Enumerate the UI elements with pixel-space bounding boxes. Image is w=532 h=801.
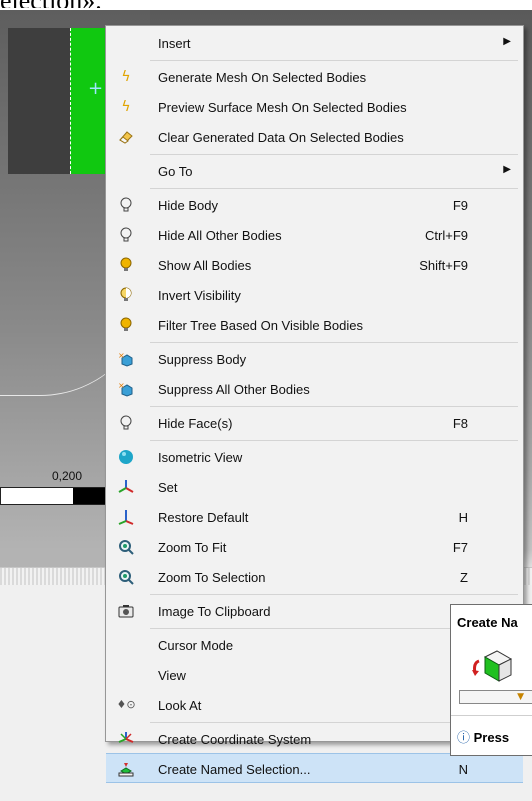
menu-item-label: Create Coordinate System xyxy=(158,732,312,747)
lightning-icon: ϟ xyxy=(121,69,131,85)
menu-item-shortcut: Ctrl+F9 xyxy=(425,228,468,243)
menu-item-label: Filter Tree Based On Visible Bodies xyxy=(158,318,363,333)
zoom-icon xyxy=(118,569,134,585)
sphere-icon xyxy=(118,449,134,465)
tooltip-panel: Create Na ▼ ⓘ Press xyxy=(450,604,532,756)
menu-item-go-to[interactable]: Go To ▶ xyxy=(106,156,523,186)
axes-icon xyxy=(118,479,134,495)
bulb-invert-icon xyxy=(118,287,134,303)
menu-item-shortcut: N xyxy=(458,762,468,777)
camera-icon xyxy=(118,603,134,619)
menu-item-shortcut: Z xyxy=(460,570,468,585)
menu-item-label: Preview Surface Mesh On Selected Bodies xyxy=(158,100,407,115)
menu-item-label: Suppress Body xyxy=(158,352,247,367)
named-selection-illustration-icon xyxy=(471,649,513,682)
menu-item-label: Zoom To Fit xyxy=(158,540,227,555)
lightning-icon: ϟ xyxy=(121,99,131,115)
tooltip-press-hint: ⓘ Press xyxy=(457,727,509,746)
scale-label: 0,200 xyxy=(52,469,83,483)
eraser-icon xyxy=(118,129,134,145)
submenu-arrow-icon: ▶ xyxy=(503,36,511,47)
menu-item-shortcut: F8 xyxy=(452,416,468,431)
suppress-body-icon: × xyxy=(118,351,134,367)
menu-item-hide-body[interactable]: Hide Body F9 xyxy=(106,190,523,220)
menu-item-hide-all-other-bodies[interactable]: Hide All Other Bodies Ctrl+F9 xyxy=(106,220,523,250)
menu-item-hide-faces[interactable]: Hide Face(s) F8 xyxy=(106,408,523,438)
menu-item-isometric-view[interactable]: Isometric View xyxy=(106,442,523,472)
menu-item-label: Cursor Mode xyxy=(158,638,234,653)
menu-item-suppress-body[interactable]: × Suppress Body xyxy=(106,344,523,374)
menu-item-label: Image To Clipboard xyxy=(158,604,271,619)
menu-item-label: Create Named Selection... xyxy=(158,762,311,777)
menu-item-label: Look At xyxy=(158,698,202,713)
axes-restore-icon xyxy=(118,509,134,525)
bulb-off-icon xyxy=(118,415,134,431)
bulb-on-icon xyxy=(118,257,134,273)
info-icon: ⓘ xyxy=(457,731,471,746)
menu-item-insert[interactable]: Insert ▶ xyxy=(106,28,523,58)
menu-item-label: Go To xyxy=(158,164,193,179)
menu-item-label: Hide All Other Bodies xyxy=(158,228,282,243)
menu-item-label: Suppress All Other Bodies xyxy=(158,382,310,397)
menu-item-shortcut: F9 xyxy=(452,198,468,213)
bulb-off-icon xyxy=(118,197,134,213)
crosshair-icon: + xyxy=(88,78,104,99)
bulb-on-icon xyxy=(118,317,134,333)
svg-text:×: × xyxy=(118,351,125,360)
bulb-off-icon xyxy=(118,227,134,243)
body-dark-face xyxy=(8,28,70,174)
tooltip-dropdown: ▼ xyxy=(459,690,532,704)
menu-item-label: Isometric View xyxy=(158,450,243,465)
menu-item-show-all-bodies[interactable]: Show All Bodies Shift+F9 xyxy=(106,250,523,280)
menu-item-label: Invert Visibility xyxy=(158,288,241,303)
menu-item-zoom-to-fit[interactable]: Zoom To Fit F7 xyxy=(106,532,523,562)
top-caption: election». xyxy=(0,0,532,8)
svg-text:×: × xyxy=(118,381,125,390)
menu-item-generate-mesh[interactable]: ϟ Generate Mesh On Selected Bodies xyxy=(106,62,523,92)
menu-item-invert-visibility[interactable]: Invert Visibility xyxy=(106,280,523,310)
menu-item-filter-tree[interactable]: Filter Tree Based On Visible Bodies xyxy=(106,310,523,340)
named-selection-icon xyxy=(118,761,134,777)
menu-item-label: Hide Face(s) xyxy=(158,416,233,431)
menu-item-preview-surface-mesh[interactable]: ϟ Preview Surface Mesh On Selected Bodie… xyxy=(106,92,523,122)
tooltip-title: Create Na xyxy=(457,615,518,630)
menu-item-shortcut: Shift+F9 xyxy=(419,258,468,273)
menu-item-label: Hide Body xyxy=(158,198,218,213)
menu-item-restore-default[interactable]: Restore Default H xyxy=(106,502,523,532)
coordinate-system-icon xyxy=(118,731,134,747)
menu-item-label: Set xyxy=(158,480,178,495)
menu-item-label: Insert xyxy=(158,36,191,51)
menu-item-label: Clear Generated Data On Selected Bodies xyxy=(158,130,404,145)
menu-item-label: Show All Bodies xyxy=(158,258,252,273)
look-at-icon: ♦⊙ xyxy=(116,698,136,711)
menu-item-zoom-to-selection[interactable]: Zoom To Selection Z xyxy=(106,562,523,592)
suppress-body-icon: × xyxy=(118,381,134,397)
submenu-arrow-icon: ▶ xyxy=(503,164,511,175)
menu-item-shortcut: H xyxy=(458,510,468,525)
tooltip-press-text: Press xyxy=(473,730,510,745)
menu-item-label: Zoom To Selection xyxy=(158,570,266,585)
menu-item-clear-generated-data[interactable]: Clear Generated Data On Selected Bodies xyxy=(106,122,523,152)
menu-item-label: View xyxy=(158,668,186,683)
menu-item-suppress-all-other-bodies[interactable]: × Suppress All Other Bodies xyxy=(106,374,523,404)
menu-item-label: Generate Mesh On Selected Bodies xyxy=(158,70,367,85)
menu-item-create-named-selection[interactable]: Create Named Selection... N xyxy=(106,753,523,783)
menu-item-set[interactable]: Set xyxy=(106,472,523,502)
menu-item-label: Restore Default xyxy=(158,510,249,525)
scale-bar xyxy=(0,487,112,505)
zoom-icon xyxy=(118,539,134,555)
menu-item-shortcut: F7 xyxy=(452,540,468,555)
